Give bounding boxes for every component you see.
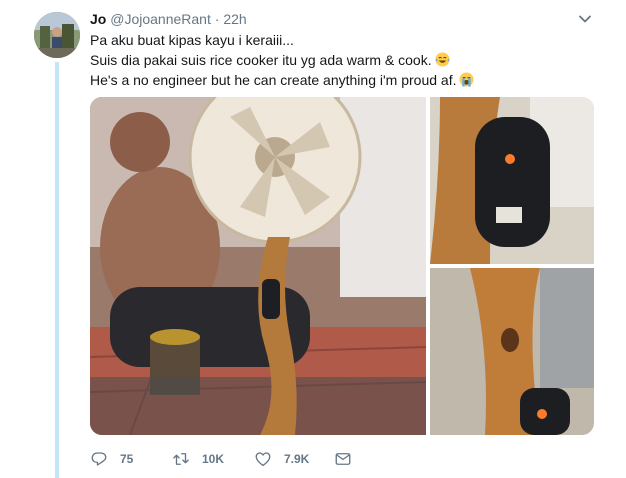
reply-icon	[91, 452, 107, 466]
tweet-line: He's a no engineer but he can create any…	[90, 70, 610, 90]
retweet-count: 10K	[202, 452, 225, 466]
avatar[interactable]	[34, 12, 80, 58]
photo-man-with-fan[interactable]	[90, 97, 426, 435]
like-button[interactable]: 7.9K	[254, 448, 309, 470]
separator-dot: ·	[214, 11, 220, 27]
loudly-crying-face-icon	[459, 72, 474, 87]
retweet-icon	[173, 453, 189, 465]
like-count: 7.9K	[284, 452, 310, 466]
photo-wooden-stand[interactable]	[430, 268, 594, 435]
direct-message-button[interactable]	[334, 448, 364, 470]
chevron-down-icon[interactable]	[578, 12, 592, 26]
user-handle[interactable]: @JojoanneRant	[110, 11, 211, 27]
media-grid	[90, 97, 594, 435]
tears-of-joy-emoji-icon	[435, 52, 450, 67]
display-name[interactable]: Jo	[90, 11, 106, 27]
timestamp[interactable]: 22h	[223, 11, 246, 27]
tweet-line: Suis dia pakai suis rice cooker itu yg a…	[90, 50, 610, 70]
tweet-header: Jo @JojoanneRant · 22h	[90, 10, 247, 28]
tweet-line: Pa aku buat kipas kayu i keraiii...	[90, 32, 294, 48]
message-icon	[335, 453, 351, 465]
retweet-button[interactable]: 10K	[172, 448, 224, 470]
thread-line	[55, 62, 59, 478]
reply-button[interactable]: 75	[90, 448, 133, 470]
photo-switch-closeup[interactable]	[430, 97, 594, 264]
tweet-text: Pa aku buat kipas kayu i keraiii... Suis…	[90, 30, 610, 90]
heart-icon	[255, 452, 271, 467]
reply-count: 75	[120, 452, 134, 466]
